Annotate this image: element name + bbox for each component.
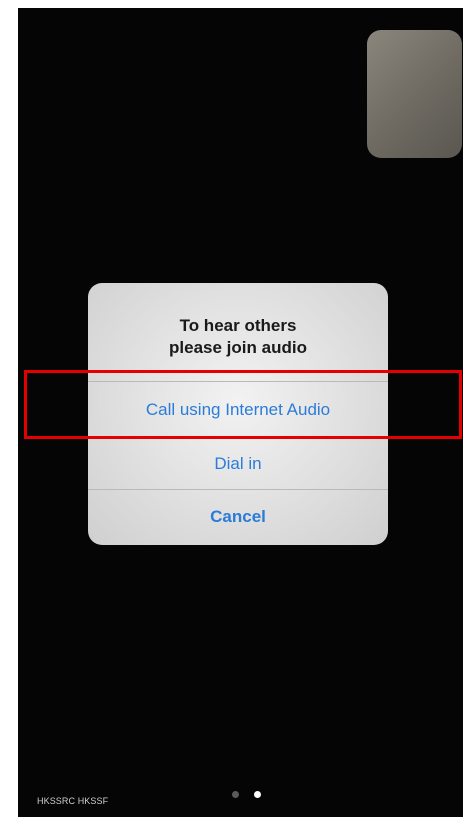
dialog-title-line-2: please join audio [169,338,307,357]
highlight-annotation-box [24,370,462,439]
self-video-thumbnail[interactable] [367,30,462,158]
page-dot-2[interactable] [254,791,261,798]
dial-in-button[interactable]: Dial in [88,439,388,489]
cancel-button[interactable]: Cancel [88,490,388,544]
page-dot-1[interactable] [232,791,239,798]
dialog-title: To hear others please join audio [88,315,388,359]
watermark-text: HKSSRC HKSSF [37,796,109,806]
dialog-title-line-1: To hear others [179,316,297,335]
